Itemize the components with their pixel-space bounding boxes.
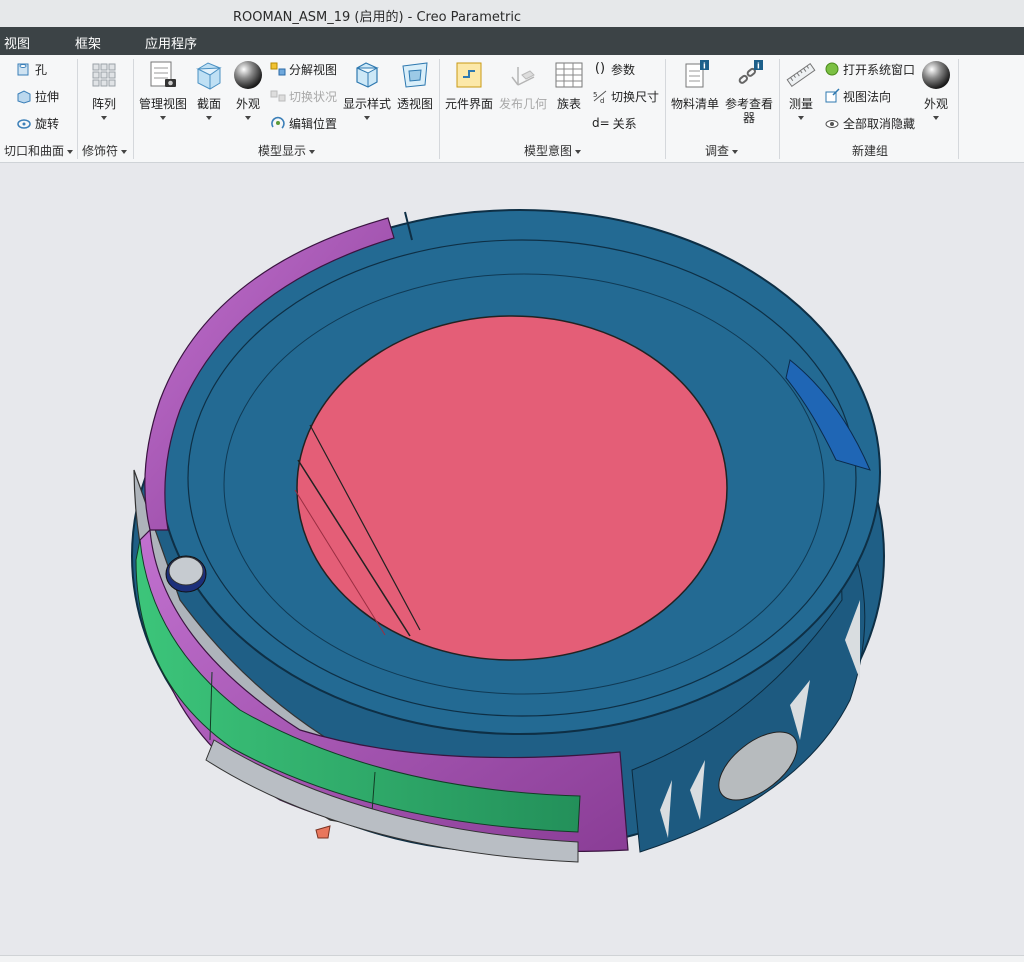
svg-text:i: i <box>757 62 760 71</box>
svg-text:d: d <box>600 97 604 104</box>
menu-bar: 视图 框架 应用程序 <box>0 27 1024 55</box>
parameters-label: 参数 <box>611 62 636 77</box>
bom-label: 物料清单 <box>670 97 719 111</box>
family-table-label: 族表 <box>556 97 581 111</box>
new-group-label: 新建组 <box>852 144 889 158</box>
revolve-button[interactable]: 旋转 <box>16 112 59 134</box>
view-normal-label: 视图法向 <box>843 89 892 104</box>
parameters-icon: () <box>594 61 606 76</box>
menu-frame[interactable]: 框架 <box>75 33 101 52</box>
open-system-window-button[interactable]: 打开系统窗口 <box>824 58 915 80</box>
reference-viewer-label-2: 器 <box>742 111 755 125</box>
unhide-all-icon <box>824 115 840 131</box>
menu-applications[interactable]: 应用程序 <box>145 33 197 52</box>
family-table-button[interactable]: 族表 <box>553 59 585 111</box>
publish-geometry-icon <box>508 59 538 91</box>
open-system-window-label: 打开系统窗口 <box>843 62 916 77</box>
component-interface-icon <box>454 59 484 91</box>
revolve-icon <box>16 115 32 131</box>
cut-surface-group-label[interactable]: 切口和曲面 <box>4 142 74 159</box>
section-label: 截面 <box>196 97 221 111</box>
display-style-label: 显示样式 <box>342 97 391 111</box>
manage-views-icon <box>148 59 178 91</box>
ribbon: 孔 拉伸 旋转 切口和曲面 阵列 修饰符 管理视图 截面 外观 分解视图 切换状… <box>0 55 1024 163</box>
measure-label: 测量 <box>788 97 813 111</box>
extrude-label: 拉伸 <box>35 89 60 104</box>
robot-vacuum-model[interactable] <box>0 163 1024 955</box>
component-interface-label: 元件界面 <box>444 97 493 111</box>
title-bar: ROOMAN_ASM_19 (启用的) - Creo Parametric <box>0 0 1024 27</box>
modifier-group-label[interactable]: 修饰符 <box>82 142 128 159</box>
perspective-icon <box>400 59 430 91</box>
reference-viewer-icon: i <box>734 59 764 91</box>
extrude-icon <box>16 88 32 104</box>
view-normal-button[interactable]: 视图法向 <box>824 85 891 107</box>
publish-geometry-label: 发布几何 <box>498 97 547 111</box>
unhide-all-label: 全部取消隐藏 <box>843 116 916 131</box>
revolve-label: 旋转 <box>35 116 60 131</box>
appearance-button[interactable]: 外观 <box>232 59 264 120</box>
publish-geometry-button[interactable]: 发布几何 <box>498 59 548 111</box>
appearance-sphere-icon <box>233 59 263 91</box>
edit-position-label: 编辑位置 <box>289 116 338 131</box>
relations-label: 关系 <box>612 116 637 131</box>
component-interface-button[interactable]: 元件界面 <box>444 59 494 111</box>
appearance-sphere-icon <box>921 59 951 91</box>
hole-icon <box>16 61 32 77</box>
section-icon <box>194 59 224 91</box>
edit-position-button[interactable]: 编辑位置 <box>270 112 337 134</box>
reference-viewer-label-1: 参考查看 <box>724 97 773 111</box>
manage-views-button[interactable]: 管理视图 <box>138 59 188 120</box>
model-display-group-label[interactable]: 模型显示 <box>258 142 316 159</box>
perspective-label: 透视图 <box>396 97 433 111</box>
hole-label: 孔 <box>35 62 48 77</box>
display-style-icon <box>352 59 382 91</box>
menu-view[interactable]: 视图 <box>4 33 30 52</box>
measure-button[interactable]: 测量 <box>785 59 817 120</box>
switch-dimensions-label: 切换尺寸 <box>611 89 660 104</box>
window-title: ROOMAN_ASM_19 (启用的) - Creo Parametric <box>233 10 522 25</box>
investigate-group-label[interactable]: 调查 <box>705 142 739 159</box>
toggle-status-button[interactable]: 切换状况 <box>270 85 337 107</box>
view-normal-icon <box>824 88 840 104</box>
measure-icon <box>786 59 816 91</box>
toggle-status-icon <box>270 88 286 104</box>
manage-views-label: 管理视图 <box>138 97 187 111</box>
perspective-button[interactable]: 透视图 <box>396 59 434 111</box>
pattern-icon <box>89 59 119 91</box>
svg-text:i: i <box>703 62 706 71</box>
graphics-viewport[interactable] <box>0 163 1024 955</box>
toggle-status-label: 切换状况 <box>289 89 338 104</box>
system-window-icon <box>824 61 840 77</box>
family-table-icon <box>554 59 584 91</box>
pattern-label: 阵列 <box>91 97 116 111</box>
appearance-label-2: 外观 <box>923 97 948 111</box>
switch-dimensions-icon: 5d <box>592 88 608 105</box>
svg-text:5: 5 <box>593 91 597 99</box>
section-button[interactable]: 截面 <box>193 59 225 120</box>
unhide-all-button[interactable]: 全部取消隐藏 <box>824 112 915 134</box>
exploded-view-label: 分解视图 <box>289 62 338 77</box>
switch-dimensions-button[interactable]: 5d 切换尺寸 <box>592 85 659 107</box>
relations-icon: d= <box>592 116 610 130</box>
reference-viewer-button[interactable]: i 参考查看 器 <box>724 59 774 125</box>
appearance-button-2[interactable]: 外观 <box>920 59 952 120</box>
relations-button[interactable]: d= 关系 <box>592 112 637 134</box>
bom-icon: i <box>680 59 710 91</box>
bom-button[interactable]: i 物料清单 <box>670 59 720 111</box>
pattern-button[interactable]: 阵列 <box>86 59 122 120</box>
display-style-button[interactable]: 显示样式 <box>341 59 393 120</box>
hole-button[interactable]: 孔 <box>16 58 47 80</box>
appearance-label: 外观 <box>235 97 260 111</box>
parameters-button[interactable]: () 参数 <box>592 58 635 80</box>
extrude-button[interactable]: 拉伸 <box>16 85 59 107</box>
exploded-view-button[interactable]: 分解视图 <box>270 58 337 80</box>
model-intent-group-label[interactable]: 模型意图 <box>524 142 582 159</box>
exploded-view-icon <box>270 61 286 77</box>
edit-position-icon <box>270 115 286 131</box>
